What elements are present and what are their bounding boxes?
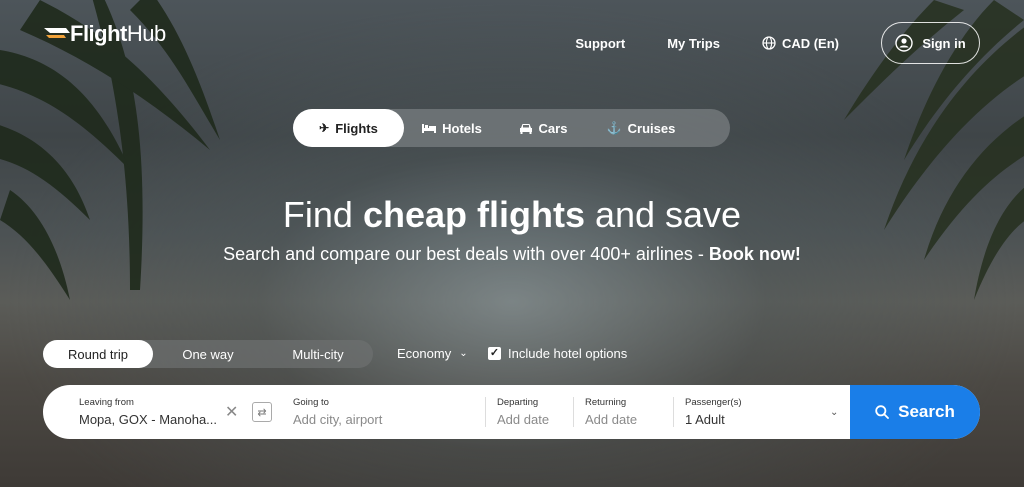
user-icon: [895, 34, 914, 52]
leaving-from-label: Leaving from: [79, 397, 134, 408]
chevron-down-icon[interactable]: ⌄: [830, 407, 838, 418]
departing-placeholder: Add date: [497, 412, 550, 427]
divider: [673, 397, 674, 427]
returning-placeholder: Add date: [585, 412, 638, 427]
sign-in-button[interactable]: Sign in: [881, 22, 980, 64]
returning-date-field[interactable]: Returning Add date: [585, 385, 665, 439]
bed-icon: [422, 124, 437, 133]
trip-type-multi-city[interactable]: Multi-city: [263, 340, 373, 368]
going-to-label: Going to: [293, 397, 329, 408]
departing-date-field[interactable]: Departing Add date: [497, 385, 577, 439]
hero-title: Find cheap flights and save: [282, 194, 742, 235]
passengers-value: 1 Adult: [685, 412, 725, 427]
car-icon: [519, 123, 532, 134]
leaving-from-value: Mopa, GOX - Manoha...: [79, 412, 218, 427]
globe-icon: [762, 36, 776, 50]
trip-type-round-trip[interactable]: Round trip: [43, 340, 153, 368]
brand-name: FlightHub: [70, 21, 166, 46]
divider: [485, 397, 486, 427]
passengers-label: Passenger(s): [685, 397, 742, 408]
tab-cars-label: Cars: [538, 120, 568, 136]
search-button[interactable]: Search: [850, 385, 980, 439]
my-trips-link[interactable]: My Trips: [667, 36, 720, 51]
flighthub-logo[interactable]: FlightHub: [44, 20, 166, 48]
trip-type-toggle: Round trip One way Multi-city: [43, 340, 373, 368]
tab-hotels[interactable]: Hotels: [404, 109, 500, 147]
tab-flights[interactable]: ✈ Flights: [293, 109, 404, 147]
clear-origin-icon[interactable]: ✕: [225, 402, 238, 422]
tab-cruises-label: Cruises: [627, 120, 676, 136]
include-hotel-checkbox[interactable]: ✓: [488, 347, 501, 360]
tab-cruises[interactable]: ⚓ Cruises: [586, 109, 696, 147]
currency-selector[interactable]: CAD (En): [762, 36, 839, 51]
leaving-from-field[interactable]: Leaving from Mopa, GOX - Manoha...: [79, 385, 219, 439]
tab-flights-label: Flights: [335, 120, 378, 136]
chevron-down-icon: ⌄: [459, 348, 468, 359]
cabin-class-value: Economy: [397, 346, 452, 361]
going-to-field[interactable]: Going to Add city, airport: [293, 385, 483, 439]
anchor-icon: ⚓: [606, 121, 622, 135]
flighthub-logo-icon: [44, 28, 70, 38]
flight-search-form: Leaving from Mopa, GOX - Manoha... ✕ ⇄ G…: [43, 385, 980, 439]
product-tabs: ✈ Flights Hotels Cars ⚓ Cruises: [293, 109, 730, 147]
divider: [573, 397, 574, 427]
tab-cars[interactable]: Cars: [500, 109, 586, 147]
tab-hotels-label: Hotels: [442, 120, 482, 136]
cabin-class-dropdown[interactable]: Economy ⌄: [397, 346, 468, 361]
departing-label: Departing: [497, 397, 539, 408]
passengers-field[interactable]: Passenger(s) 1 Adult: [685, 385, 845, 439]
top-nav: Support My Trips CAD (En) Sign in: [575, 22, 980, 64]
swap-locations-icon[interactable]: ⇄: [252, 402, 272, 422]
trip-type-one-way[interactable]: One way: [153, 340, 263, 368]
returning-label: Returning: [585, 397, 627, 408]
support-link[interactable]: Support: [575, 36, 625, 51]
include-hotel-option[interactable]: ✓ Include hotel options: [488, 346, 627, 361]
sign-in-label: Sign in: [922, 35, 966, 51]
airplane-icon: ✈: [319, 121, 330, 135]
include-hotel-label: Include hotel options: [508, 346, 628, 361]
search-icon: [875, 405, 890, 419]
search-button-label: Search: [898, 402, 955, 421]
hero-subtitle: Search and compare our best deals with o…: [223, 244, 801, 264]
going-to-placeholder: Add city, airport: [293, 412, 383, 427]
currency-label: CAD (En): [781, 35, 839, 51]
